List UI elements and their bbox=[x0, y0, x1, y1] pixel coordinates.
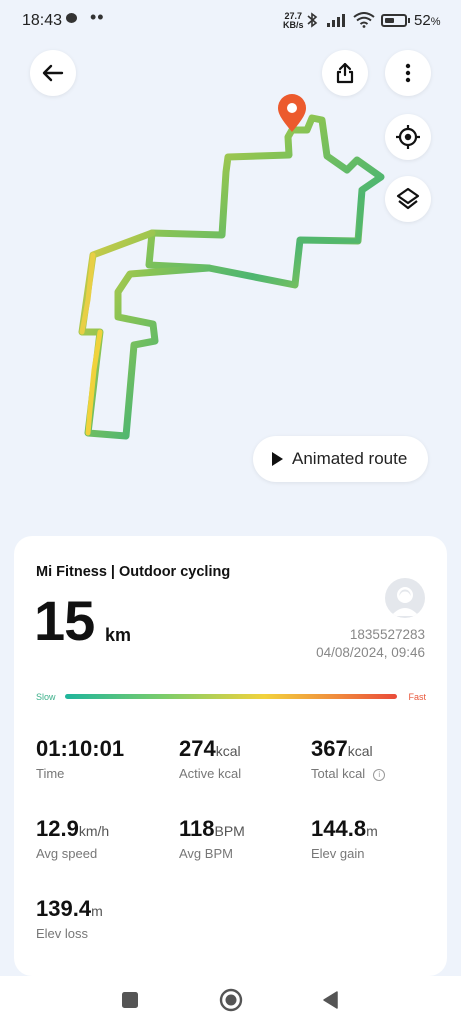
map-pin-icon bbox=[278, 94, 306, 132]
metric-label: Active kcal bbox=[179, 766, 242, 781]
signal-icon bbox=[327, 14, 345, 27]
metric-unit: km/h bbox=[78, 823, 110, 839]
metric-active-kcal: 274kcal Active kcal bbox=[179, 736, 241, 781]
metric-total-kcal: 367kcal Total kcal i bbox=[311, 736, 386, 781]
metric-unit: BPM bbox=[214, 823, 245, 839]
battery-percent-value: 52 bbox=[414, 12, 431, 29]
route-path-variation-2 bbox=[79, 252, 96, 335]
battery-percent-sign: % bbox=[430, 16, 441, 28]
metric-unit: kcal bbox=[347, 743, 373, 759]
user-avatar-icon bbox=[391, 587, 419, 616]
back-button[interactable] bbox=[30, 50, 76, 96]
network-speed: 27.7 KB/s bbox=[283, 12, 304, 30]
home-button[interactable] bbox=[216, 985, 246, 1015]
status-bar: 18:43 •• 27.7 KB/s 52% bbox=[0, 0, 461, 42]
network-speed-unit: KB/s bbox=[283, 20, 304, 30]
metric-avg-bpm: 118BPM Avg BPM bbox=[179, 816, 245, 861]
locate-button[interactable] bbox=[385, 114, 431, 160]
metric-label: Elev gain bbox=[311, 846, 365, 861]
square-recents-icon bbox=[122, 992, 138, 1008]
metric-label: Time bbox=[36, 766, 65, 781]
circle-home-icon bbox=[219, 988, 243, 1012]
workout-summary-card: Mi Fitness | Outdoor cycling 15 km 18355… bbox=[14, 536, 447, 976]
route-path-variation bbox=[85, 329, 103, 436]
metric-value: 367 bbox=[311, 736, 348, 761]
metric-value: 144.8 bbox=[311, 816, 367, 841]
avatar[interactable] bbox=[385, 578, 425, 618]
message-notification-icon bbox=[66, 13, 77, 23]
metric-unit: m bbox=[366, 823, 378, 839]
workout-datetime: 04/08/2024, 09:46 bbox=[316, 645, 425, 660]
metric-label: Elev loss bbox=[36, 926, 89, 941]
share-icon bbox=[336, 62, 354, 84]
metric-elev-gain: 144.8m Elev gain bbox=[311, 816, 378, 861]
metric-unit: m bbox=[91, 903, 103, 919]
info-icon[interactable]: i bbox=[373, 769, 386, 781]
layers-icon bbox=[396, 187, 420, 210]
bluetooth-icon bbox=[307, 12, 318, 28]
distance-unit: km bbox=[105, 625, 132, 645]
scale-fast-label: Fast bbox=[408, 692, 426, 702]
share-button[interactable] bbox=[322, 50, 368, 96]
metric-label: Avg speed bbox=[36, 846, 98, 861]
metric-elev-loss: 139.4m Elev loss bbox=[36, 896, 103, 941]
metric-value: 139.4 bbox=[36, 896, 92, 921]
more-button[interactable] bbox=[385, 50, 431, 96]
system-navigation-bar bbox=[0, 976, 461, 1024]
wifi-icon bbox=[353, 12, 375, 28]
speed-color-scale: Slow Fast bbox=[36, 690, 426, 704]
metric-avg-speed: 12.9km/h Avg speed bbox=[36, 816, 109, 861]
metric-value: 12.9 bbox=[36, 816, 79, 841]
metric-label: Avg BPM bbox=[179, 846, 233, 861]
arrow-left-icon bbox=[42, 64, 64, 82]
more-notifications-indicator: •• bbox=[90, 7, 105, 27]
metric-value: 118 bbox=[179, 816, 215, 841]
metric-label: Total kcal bbox=[311, 766, 366, 781]
recents-button[interactable] bbox=[116, 986, 144, 1014]
battery-tip bbox=[408, 18, 410, 23]
animated-route-label: Animated route bbox=[292, 449, 408, 468]
metric-value: 274 bbox=[179, 736, 216, 761]
nav-back-button[interactable] bbox=[316, 986, 344, 1014]
scale-gradient-bar bbox=[65, 694, 397, 699]
play-icon bbox=[272, 452, 283, 466]
route-path-outer bbox=[145, 114, 385, 289]
battery-icon bbox=[381, 14, 407, 27]
metric-unit: kcal bbox=[215, 743, 241, 759]
triangle-back-icon bbox=[323, 991, 338, 1009]
metric-time: 01:10:01 Time bbox=[36, 736, 124, 781]
battery-level bbox=[385, 18, 394, 23]
clock: 18:43 bbox=[22, 12, 63, 29]
layers-button[interactable] bbox=[385, 176, 431, 222]
battery-percent: 52% bbox=[414, 12, 440, 29]
distance-value: 15 bbox=[34, 589, 95, 652]
animated-route-button[interactable]: Animated route bbox=[253, 436, 428, 482]
route-path-variation-3 bbox=[297, 197, 365, 244]
workout-title: Mi Fitness | Outdoor cycling bbox=[36, 564, 231, 580]
scale-slow-label: Slow bbox=[36, 692, 56, 702]
user-id: 1835527283 bbox=[349, 627, 425, 642]
locate-icon bbox=[396, 125, 420, 149]
metric-value: 01:10:01 bbox=[36, 736, 125, 761]
more-vertical-icon bbox=[405, 63, 411, 83]
